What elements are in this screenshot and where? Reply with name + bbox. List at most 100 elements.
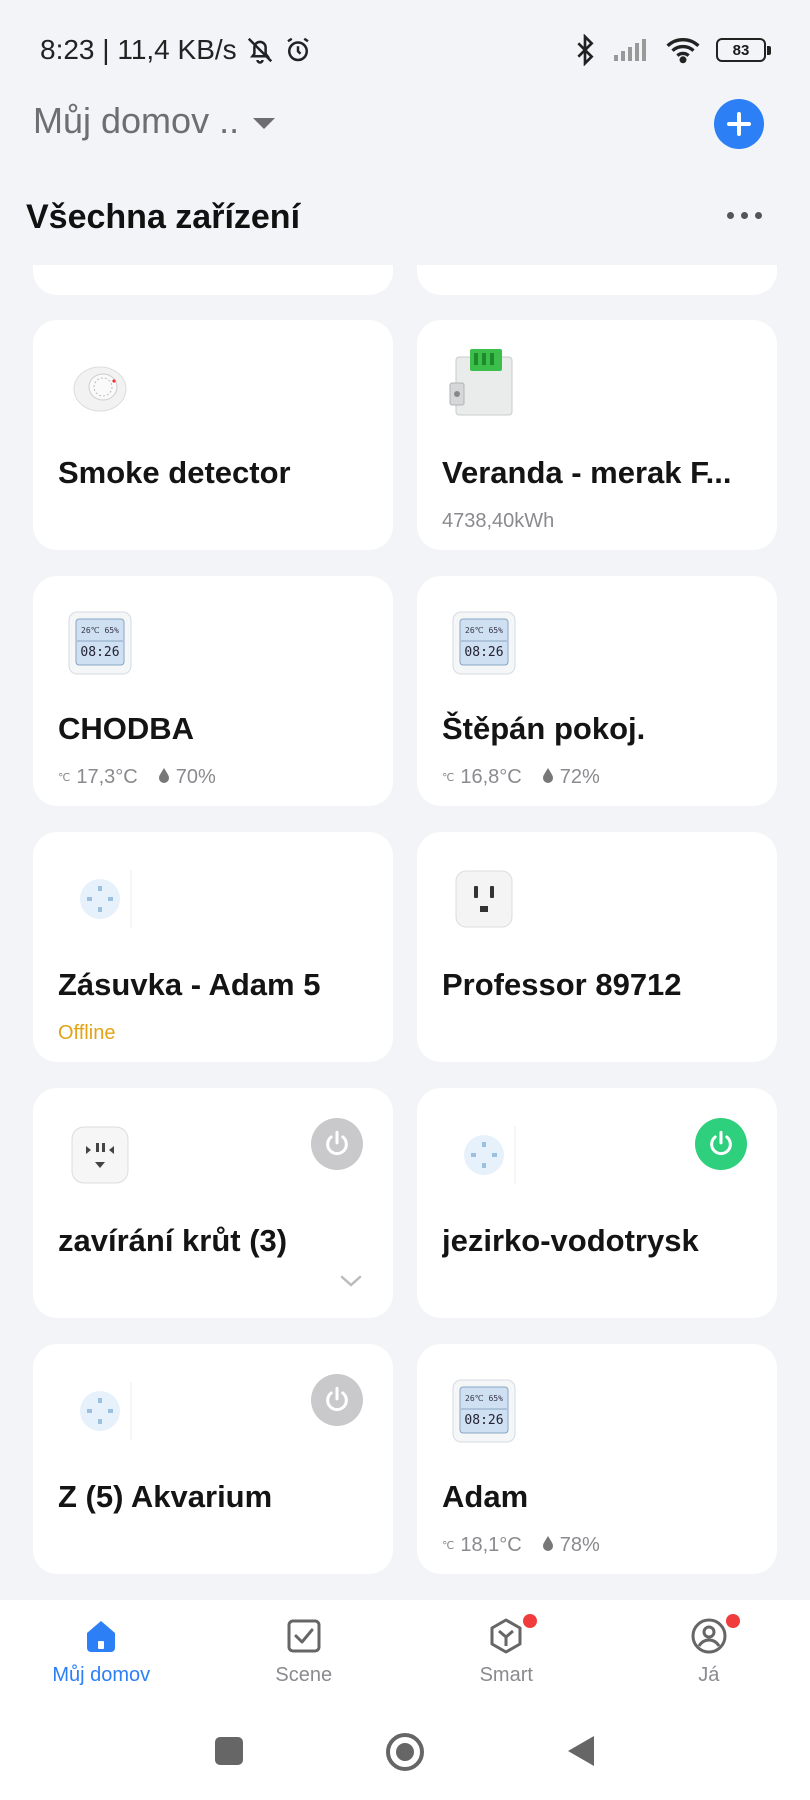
home-button[interactable] <box>385 1732 425 1772</box>
thermometer-display-icon: 26℃ 65% 08:26 <box>445 1372 523 1450</box>
smart-plug-icon <box>61 1372 139 1450</box>
device-card[interactable]: Zásuvka - Adam 5 Offline <box>33 832 393 1062</box>
smart-plug-icon <box>445 1116 523 1194</box>
chevron-down-icon[interactable] <box>339 1273 363 1289</box>
wall-outlet-icon <box>445 860 523 938</box>
thermometer-display-icon: 26℃ 65% 08:26 <box>445 604 523 682</box>
device-card[interactable]: Veranda - merak F... 4738,40kWh <box>417 320 777 550</box>
status-bar: 8:23 | 11,4 KB/s 83 <box>0 0 810 100</box>
muted-bell-icon <box>247 37 272 64</box>
device-name: Smoke detector <box>58 455 291 490</box>
nav-label: Scene <box>275 1664 333 1686</box>
nav-label: Smart <box>479 1664 533 1686</box>
device-status-offline: Offline <box>58 1022 116 1044</box>
battery-indicator: 83 <box>716 38 771 62</box>
smart-cube-icon <box>490 1618 522 1654</box>
wifi-icon <box>666 38 700 64</box>
device-name: Veranda - merak F... <box>442 455 732 490</box>
svg-text:26℃ 65%: 26℃ 65% <box>465 1394 503 1403</box>
svg-text:08:26: 08:26 <box>80 645 119 660</box>
device-card-partial[interactable] <box>33 265 393 295</box>
device-card-partial[interactable] <box>417 265 777 295</box>
device-card[interactable]: Smoke detector <box>33 320 393 550</box>
plus-icon <box>727 112 751 136</box>
nav-tab-home[interactable]: Můj domov <box>0 1600 203 1700</box>
device-card[interactable]: Professor 89712 <box>417 832 777 1062</box>
humidity-drop-icon <box>542 1534 554 1557</box>
thermometer-icon: ℃ <box>442 1540 455 1552</box>
nav-tab-scene[interactable]: Scene <box>203 1600 406 1700</box>
humidity-value: 78% <box>559 1534 600 1556</box>
temperature-value: 16,8°C <box>460 766 522 788</box>
power-toggle-button[interactable] <box>311 1374 363 1426</box>
device-card[interactable]: zavírání krůt (3) <box>33 1088 393 1318</box>
status-right: 83 <box>574 34 771 66</box>
svg-text:26℃ 65%: 26℃ 65% <box>81 626 119 635</box>
power-strip-icon <box>61 1116 139 1194</box>
smoke-detector-icon <box>61 348 139 426</box>
device-card[interactable]: 26℃ 65% 08:26 CHODBA ℃ 17,3°C 70% <box>33 576 393 806</box>
bluetooth-icon <box>577 34 594 66</box>
power-toggle-button[interactable] <box>695 1118 747 1170</box>
device-name: CHODBA <box>58 711 195 746</box>
temperature-value: 17,3°C <box>76 766 138 788</box>
svg-text:08:26: 08:26 <box>464 645 503 660</box>
humidity-drop-icon <box>158 766 170 789</box>
svg-text:26℃ 65%: 26℃ 65% <box>465 626 503 635</box>
device-energy-reading: 4738,40kWh <box>442 510 555 532</box>
alarm-icon <box>286 37 309 62</box>
status-left: 8:23 | 11,4 KB/s <box>40 34 313 66</box>
thermometer-display-icon: 26℃ 65% 08:26 <box>61 604 139 682</box>
notication-badge <box>725 1614 740 1628</box>
device-readings: ℃ 17,3°C 70% <box>58 766 216 789</box>
status-time-speed: 8:23 | 11,4 KB/s <box>40 34 237 65</box>
device-card[interactable]: jezirko-vodotrysk <box>417 1088 777 1318</box>
back-button[interactable] <box>566 1734 596 1768</box>
caret-down-icon <box>253 117 276 129</box>
humidity-value: 70% <box>175 766 216 788</box>
home-icon <box>87 1621 116 1652</box>
more-options-button[interactable] <box>727 212 762 219</box>
device-card[interactable]: 26℃ 65% 08:26 Adam ℃ 18,1°C 78% <box>417 1344 777 1574</box>
temperature-value: 18,1°C <box>460 1534 522 1556</box>
humidity-drop-icon <box>542 766 554 789</box>
device-name: Adam <box>442 1479 529 1514</box>
device-card[interactable]: Z (5) Akvarium <box>33 1344 393 1574</box>
section-title: Všechna zařízení <box>26 198 301 236</box>
smart-plug-icon <box>61 860 139 938</box>
device-grid[interactable]: Smoke detector Veranda - merak F... 4738… <box>0 265 810 1600</box>
thermometer-icon: ℃ <box>442 772 455 784</box>
device-readings: ℃ 18,1°C 78% <box>442 1534 600 1557</box>
nav-tab-me[interactable]: Já <box>608 1600 810 1700</box>
device-name: Z (5) Akvarium <box>58 1479 273 1514</box>
svg-text:08:26: 08:26 <box>464 1413 503 1428</box>
home-selector[interactable]: Můj domov .. <box>33 100 276 142</box>
checkbox-icon <box>287 1619 321 1653</box>
power-icon <box>326 1386 348 1412</box>
energy-meter-icon <box>445 348 523 426</box>
battery-level: 83 <box>732 41 750 59</box>
device-name: Štěpán pokoj. <box>442 711 646 746</box>
device-name: Professor 89712 <box>442 967 682 1002</box>
bottom-navigation: Můj domov Scene Smart Já <box>0 1600 810 1700</box>
recent-apps-button[interactable] <box>214 1736 244 1766</box>
device-readings: ℃ 16,8°C 72% <box>442 766 600 789</box>
signal-icon <box>614 39 646 61</box>
home-name: Můj domov .. <box>33 100 240 141</box>
power-icon <box>710 1130 732 1156</box>
nav-label: Můj domov <box>52 1664 151 1686</box>
device-name: zavírání krůt (3) <box>58 1223 288 1258</box>
nav-label: Já <box>698 1664 720 1686</box>
notification-badge <box>523 1614 537 1628</box>
power-toggle-button[interactable] <box>311 1118 363 1170</box>
power-icon <box>326 1130 348 1156</box>
device-name: jezirko-vodotrysk <box>442 1223 699 1258</box>
profile-icon <box>691 1618 727 1654</box>
device-name: Zásuvka - Adam 5 <box>58 967 321 1002</box>
add-device-button[interactable] <box>714 99 764 149</box>
device-card[interactable]: 26℃ 65% 08:26 Štěpán pokoj. ℃ 16,8°C 72% <box>417 576 777 806</box>
thermometer-icon: ℃ <box>58 772 71 784</box>
system-navigation-bar <box>0 1700 810 1800</box>
humidity-value: 72% <box>559 766 600 788</box>
nav-tab-smart[interactable]: Smart <box>405 1600 608 1700</box>
